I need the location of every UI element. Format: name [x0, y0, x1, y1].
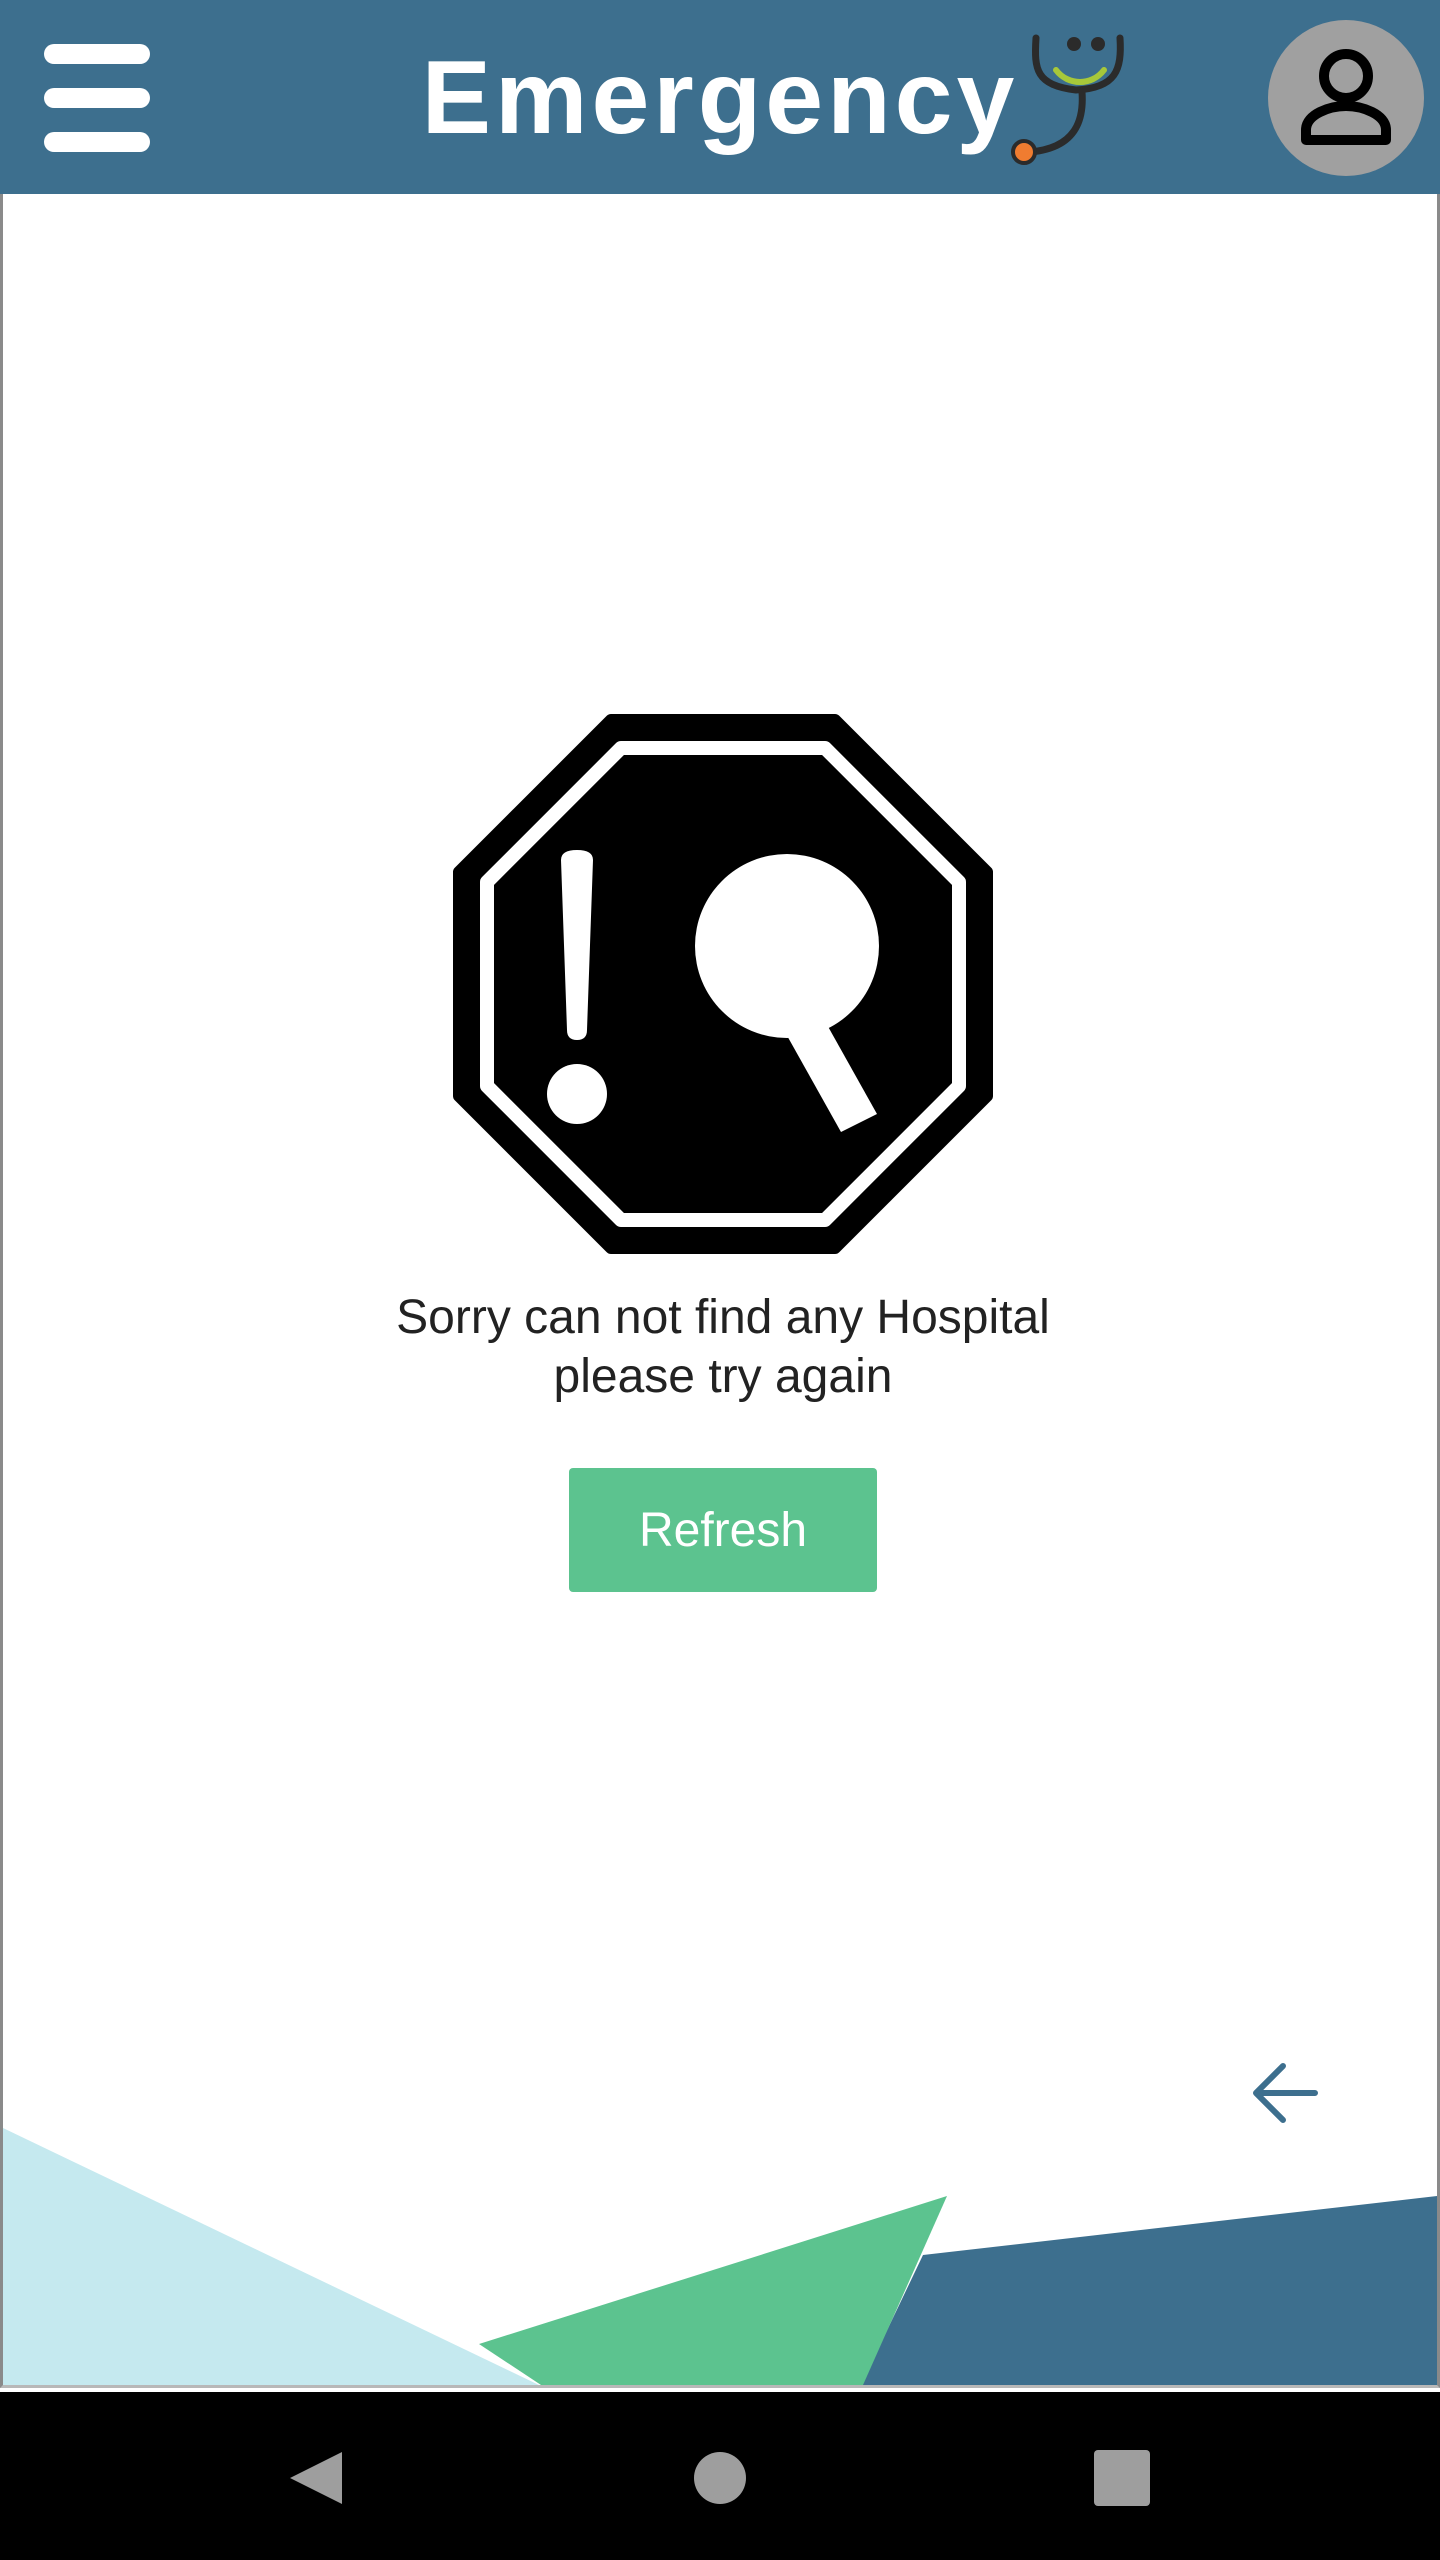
- person-icon: [1301, 49, 1391, 145]
- refresh-button[interactable]: Refresh: [569, 1468, 877, 1592]
- menu-icon-bar: [44, 132, 150, 152]
- menu-icon-bar: [44, 88, 150, 108]
- nav-home-icon[interactable]: [688, 2446, 752, 2510]
- empty-state-message: Sorry can not find any Hospital please t…: [223, 1288, 1223, 1406]
- system-nav-bar: [0, 2392, 1440, 2560]
- decorative-shapes: [3, 2128, 1437, 2385]
- app-bar: Emergency: [0, 0, 1440, 194]
- message-line-1: Sorry can not find any Hospital: [396, 1291, 1050, 1344]
- search-alert-icon: [453, 714, 993, 1254]
- stethoscope-logo-icon: [1011, 34, 1124, 165]
- nav-back-icon[interactable]: [284, 2446, 348, 2510]
- profile-button[interactable]: [1268, 20, 1424, 176]
- message-line-2: please try again: [553, 1350, 893, 1403]
- nav-recent-icon[interactable]: [1090, 2446, 1154, 2510]
- menu-button[interactable]: [44, 44, 152, 152]
- content-area: Sorry can not find any Hospital please t…: [0, 194, 1440, 2388]
- menu-icon: [44, 44, 150, 64]
- page-title: Emergency: [421, 40, 1019, 156]
